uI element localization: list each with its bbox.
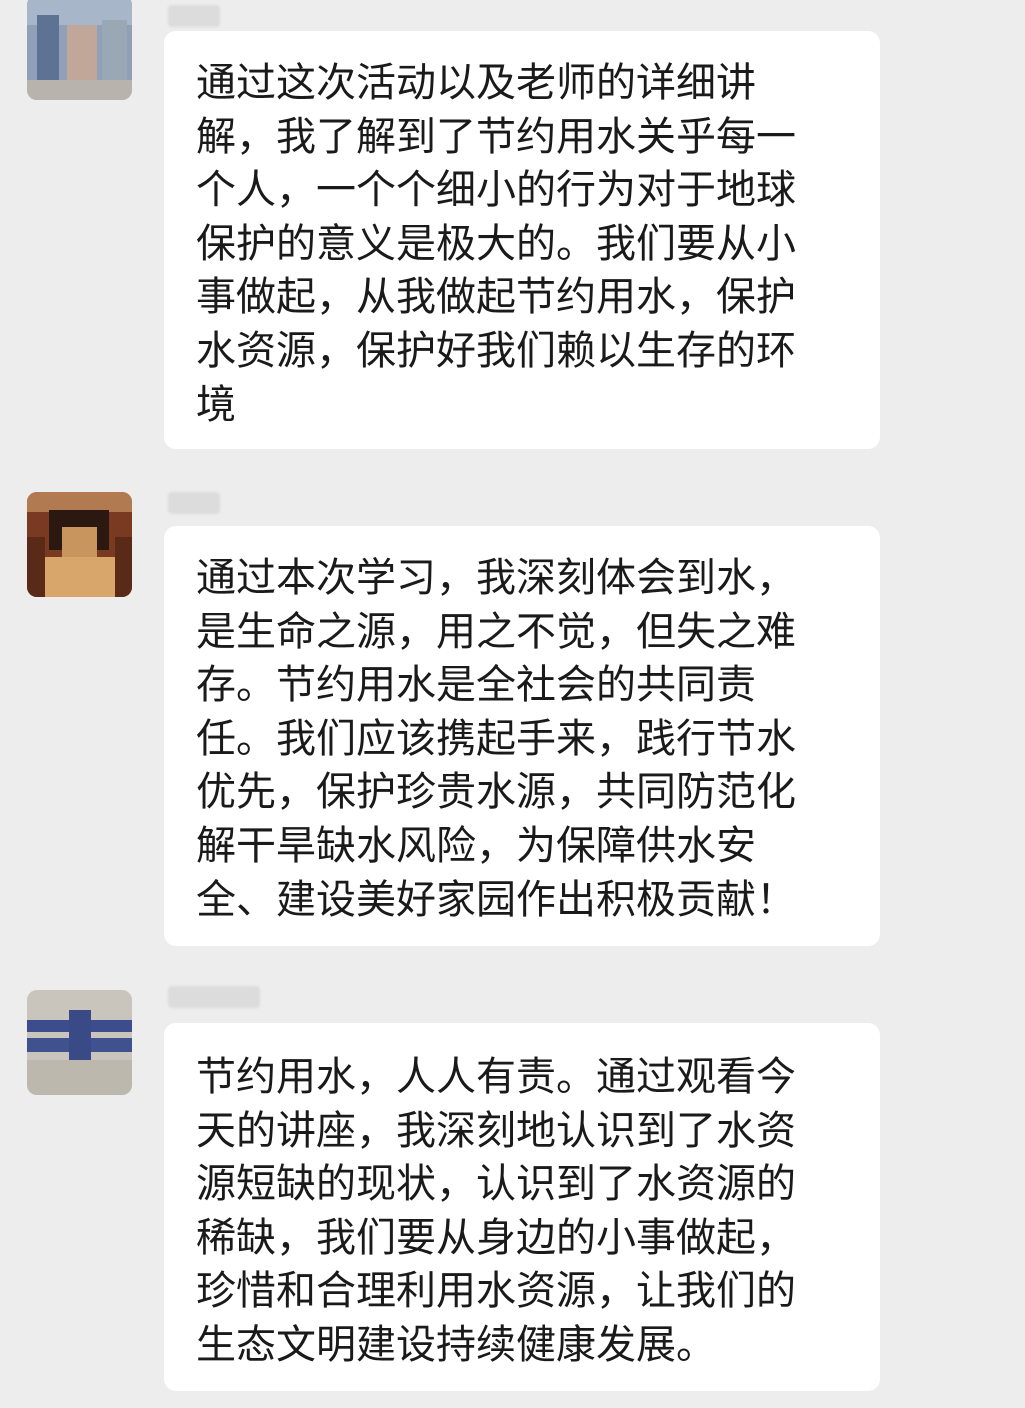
avatar[interactable] [27, 990, 132, 1095]
message-text: 通过这次活动以及老师的详细讲 解，我了解到了节约用水关乎每一 个人，一个个细小的… [196, 60, 796, 428]
message-text: 节约用水，人人有责。通过观看今 天的讲座，我深刻地认识到了水资 源短缺的现状，认… [196, 1054, 796, 1368]
sender-name [168, 986, 260, 1008]
message-bubble[interactable]: 通过这次活动以及老师的详细讲 解，我了解到了节约用水关乎每一 个人，一个个细小的… [164, 31, 880, 449]
message-bubble[interactable]: 通过本次学习，我深刻体会到水， 是生命之源，用之不觉，但失之难 存。节约用水是全… [164, 526, 880, 946]
sender-name [168, 5, 220, 27]
avatar[interactable] [27, 492, 132, 597]
chat-message: 通过本次学习，我深刻体会到水， 是生命之源，用之不觉，但失之难 存。节约用水是全… [0, 480, 1025, 950]
message-bubble[interactable]: 节约用水，人人有责。通过观看今 天的讲座，我深刻地认识到了水资 源短缺的现状，认… [164, 1023, 880, 1391]
message-text: 通过本次学习，我深刻体会到水， 是生命之源，用之不觉，但失之难 存。节约用水是全… [196, 555, 796, 923]
chat-message: 通过这次活动以及老师的详细讲 解，我了解到了节约用水关乎每一 个人，一个个细小的… [0, 0, 1025, 460]
chat-message: 节约用水，人人有责。通过观看今 天的讲座，我深刻地认识到了水资 源短缺的现状，认… [0, 978, 1025, 1398]
sender-name [168, 492, 220, 514]
avatar[interactable] [27, 0, 132, 100]
